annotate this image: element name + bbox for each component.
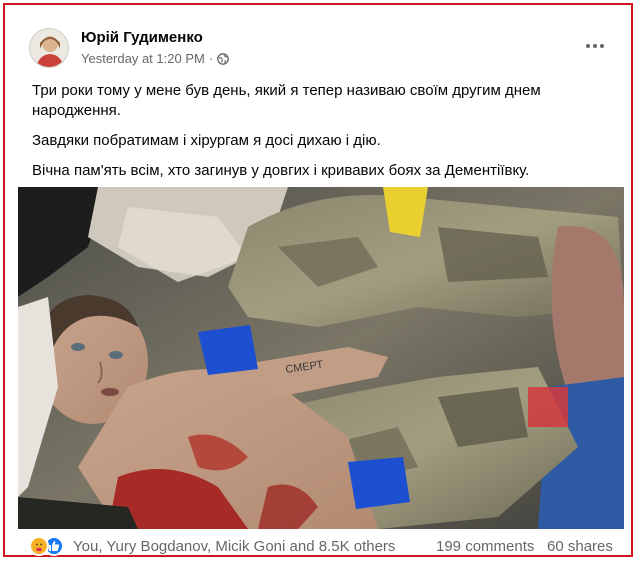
- post-paragraph-2: Завдяки побратимам і хірургам я досі дих…: [32, 132, 381, 149]
- post-text: Три роки тому у мене був день, який я те…: [32, 81, 612, 191]
- post-header: Юрій Гудименко Yesterday at 1:20 PM ·: [25, 24, 619, 74]
- more-dot: [586, 44, 590, 48]
- shares-count[interactable]: 60 shares: [547, 538, 613, 555]
- more-dot: [593, 44, 597, 48]
- reaction-icons[interactable]: [29, 536, 64, 556]
- post-footer: You, Yury Bogdanov, Micik Goni and 8.5K …: [25, 533, 617, 559]
- post-paragraph-3: Вічна пам'ять всім, хто загинув у довгих…: [32, 162, 530, 179]
- post-paragraph-1: Три роки тому у мене був день, який я те…: [32, 82, 541, 119]
- author-name[interactable]: Юрій Гудименко: [81, 29, 203, 46]
- globe-icon[interactable]: [217, 52, 230, 65]
- wounded-soldier-photo: СМЕРТ: [18, 187, 624, 529]
- reactors-text[interactable]: You, Yury Bogdanov, Micik Goni and 8.5K …: [73, 538, 395, 555]
- post-card: Юрій Гудименко Yesterday at 1:20 PM · Тр…: [3, 3, 633, 557]
- post-meta: Yesterday at 1:20 PM ·: [81, 51, 230, 66]
- more-dot: [600, 44, 604, 48]
- meta-separator: ·: [208, 51, 214, 66]
- care-icon: [29, 536, 49, 556]
- post-timestamp[interactable]: Yesterday at 1:20 PM: [81, 51, 205, 66]
- post-photo[interactable]: СМЕРТ: [18, 187, 624, 529]
- more-options-icon[interactable]: [581, 36, 609, 56]
- comments-count[interactable]: 199 comments: [436, 538, 534, 555]
- author-avatar[interactable]: [29, 28, 69, 68]
- avatar-image: [30, 29, 68, 67]
